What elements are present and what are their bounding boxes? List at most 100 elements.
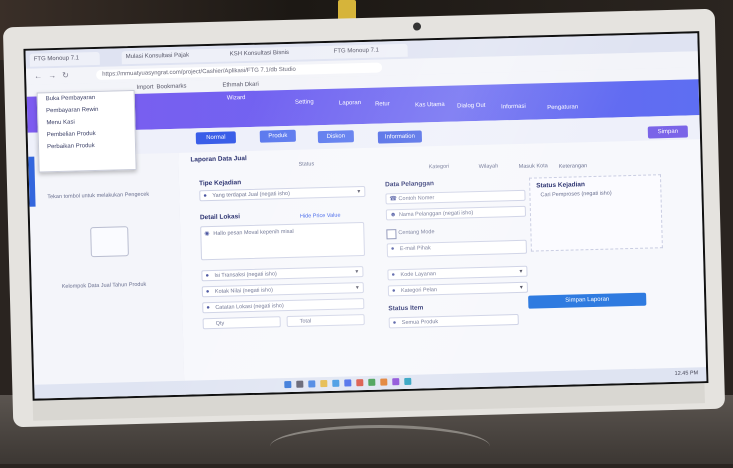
right-panel-item: Cari Pemproses (negati isho) xyxy=(540,190,612,199)
tray-clock[interactable]: 12.45 PM xyxy=(675,370,699,377)
bookmark-item[interactable]: Bookmarks xyxy=(156,81,186,94)
toolbar-item[interactable]: Retur xyxy=(375,101,390,107)
sidebar-accent xyxy=(28,156,36,207)
chevron-down-icon: ▾ xyxy=(519,284,523,291)
submit-button[interactable]: Simpan Laporan xyxy=(528,292,647,309)
dropdown-field[interactable]: ● Kotak Nilai (negati isho) ▾ xyxy=(201,282,364,298)
chrome-icon[interactable] xyxy=(356,379,364,387)
browser-tab[interactable]: KSH Konsultasi Bisnis xyxy=(225,45,334,62)
bookmark-item[interactable]: Import xyxy=(136,81,153,93)
edge-icon[interactable] xyxy=(332,379,340,387)
toolbar-item[interactable]: Dialog Out xyxy=(457,103,486,110)
kategori-value: Kategori Pelan xyxy=(400,287,438,295)
store-icon[interactable] xyxy=(344,379,352,387)
forward-icon[interactable]: → xyxy=(48,71,56,81)
pin-icon: ◉ xyxy=(204,231,210,238)
information-button[interactable]: Information xyxy=(377,130,423,144)
phone-field[interactable]: ☎ Contoh Nomer xyxy=(385,189,526,205)
app-icon[interactable] xyxy=(392,378,400,386)
section-title: Tipe Kejadian xyxy=(198,179,242,188)
panel-title: Laporan Data Jual xyxy=(190,155,247,164)
folder-icon[interactable] xyxy=(320,380,328,388)
bookmark-item[interactable]: Ethmah Dkari xyxy=(222,79,259,92)
circle-icon: ● xyxy=(203,193,208,200)
checkbox[interactable] xyxy=(386,229,397,240)
layanan-value: Kode Layanan xyxy=(400,271,437,279)
email-field[interactable]: ● E-mail Pihak xyxy=(386,239,527,258)
dropdown-field[interactable]: ● Isi Transaksi (negati isho) ▾ xyxy=(201,266,364,282)
checkbox-label: Centang Mode xyxy=(398,229,435,237)
status-field[interactable]: ● Semua Produk xyxy=(388,313,519,329)
circle-icon: ● xyxy=(205,289,210,296)
circle-icon: ● xyxy=(392,320,397,327)
toolbar-item[interactable]: Wizard xyxy=(227,95,246,101)
detail-placeholder: Hallo pesan Moval kepenih misal xyxy=(213,228,294,237)
header-save-button[interactable]: Simpan Laporan xyxy=(647,125,689,147)
sidebar: Tekan tombol untuk melakukan Pengecek Ke… xyxy=(28,152,186,399)
normal-button[interactable]: Normal xyxy=(195,131,237,145)
toolbar-item[interactable]: Setting xyxy=(295,99,314,105)
browser-tab[interactable]: Mulasi Konsultasi Pajak xyxy=(121,48,230,65)
hide-price-link[interactable]: Hide Price Value xyxy=(300,213,341,220)
right-panel: Status Kejadian Cari Pemproses (negati i… xyxy=(529,174,663,252)
reload-icon[interactable]: ↻ xyxy=(62,71,69,81)
toolbar-item[interactable]: Laporan xyxy=(339,100,361,107)
dropdown-value: Catatan Lokasi (negati isho) xyxy=(215,303,284,311)
sidebar-file-label: Kelompok Data Jual Tahun Produk xyxy=(61,281,147,290)
chevron-down-icon: ▾ xyxy=(357,189,361,196)
toolbar-item[interactable]: Kas Utama xyxy=(415,102,445,109)
cable xyxy=(270,425,490,468)
screen: FTG Monoup 7.1 Mulasi Konsultasi Pajak K… xyxy=(23,31,709,401)
menu-item[interactable]: Perbaikan Produk xyxy=(39,139,135,154)
column-label: Masuk Kota xyxy=(518,163,548,170)
column-label: Keterangan xyxy=(558,163,588,170)
right-panel-title: Status Kejadian xyxy=(536,181,586,190)
start-icon[interactable] xyxy=(284,380,292,389)
column-label: Status xyxy=(298,161,315,168)
app-icon[interactable] xyxy=(368,378,376,386)
chevron-down-icon: ▾ xyxy=(355,285,359,292)
browser-tab[interactable]: FTG Monoup 7.1 xyxy=(29,51,100,67)
layanan-select[interactable]: ● Kode Layanan ▾ xyxy=(387,265,528,281)
folder-icon xyxy=(90,226,129,258)
chevron-down-icon: ▾ xyxy=(519,268,523,275)
back-icon[interactable]: ← xyxy=(34,71,42,81)
kategori-select[interactable]: ● Kategori Pelan ▾ xyxy=(387,281,529,297)
tipe-select-value: Yang terdapat Jual (negati isho) xyxy=(212,190,290,199)
section-title: Status Item xyxy=(388,304,424,313)
toolbar-item[interactable]: Pengaturan xyxy=(547,104,578,111)
phone-icon: ☎ xyxy=(389,196,398,203)
tipe-select[interactable]: ● Yang terdapat Jual (negati isho) ▾ xyxy=(199,185,366,202)
status-value: Semua Produk xyxy=(401,319,439,327)
circle-icon: ● xyxy=(391,288,396,295)
app-icon[interactable] xyxy=(380,378,388,386)
webcam-icon xyxy=(412,22,422,31)
toolbar-item[interactable]: Informasi xyxy=(501,104,526,111)
produk-button[interactable]: Produk xyxy=(259,129,296,143)
main-panel: Laporan Data Jual Status Kategori Wilaya… xyxy=(178,139,707,395)
sidebar-caption: Tekan tombol untuk melakukan Pengecek xyxy=(47,191,150,201)
total-field[interactable]: Total xyxy=(286,314,365,328)
diskon-button[interactable]: Diskon xyxy=(317,130,355,144)
column-label: Kategori xyxy=(428,163,450,171)
circle-icon: ● xyxy=(205,273,210,280)
name-field[interactable]: ☻ Nama Pelanggan (negati isho) xyxy=(385,205,527,221)
circle-icon: ● xyxy=(206,305,211,312)
dropdown-value: Kotak Nilai (negati isho) xyxy=(214,287,274,295)
dropdown-value: Isi Transaksi (negati isho) xyxy=(214,271,277,279)
chevron-down-icon: ▾ xyxy=(355,269,359,276)
qty-field[interactable]: Qty xyxy=(202,316,281,330)
monitor: FTG Monoup 7.1 Mulasi Konsultasi Pajak K… xyxy=(2,8,726,428)
browser-tab[interactable]: FTG Monoup 7.1 xyxy=(329,43,408,59)
taskview-icon[interactable] xyxy=(308,380,316,388)
phone-placeholder: Contoh Nomer xyxy=(398,195,435,203)
section-title: Data Pelanggan xyxy=(385,180,434,189)
search-icon[interactable] xyxy=(296,380,304,388)
detail-textarea[interactable]: ◉ Hallo pesan Moval kepenih misal xyxy=(200,221,365,261)
context-menu: Buka Pembayaran Pembayaran Rewin Menu Ka… xyxy=(36,89,137,173)
name-placeholder: Nama Pelanggan (negati isho) xyxy=(398,210,474,219)
user-icon: ☻ xyxy=(389,212,397,219)
app-icon[interactable] xyxy=(404,377,412,386)
dropdown-field[interactable]: ● Catatan Lokasi (negati isho) xyxy=(202,298,365,314)
email-placeholder: E-mail Pihak xyxy=(399,245,431,253)
